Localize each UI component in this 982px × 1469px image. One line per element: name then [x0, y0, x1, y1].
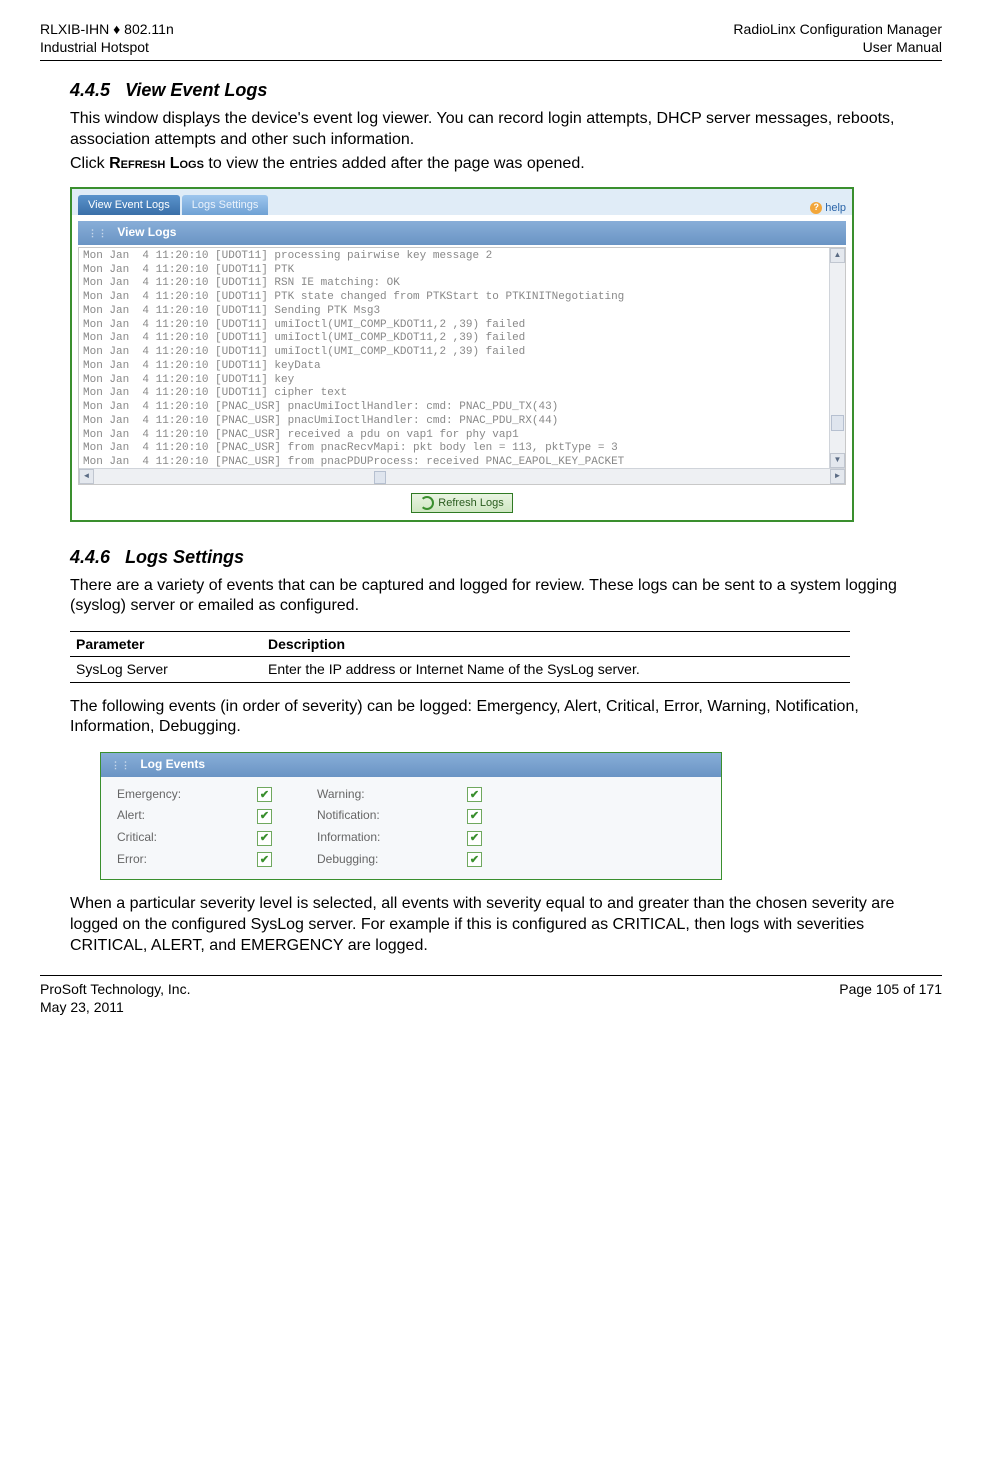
header-doc-title: RadioLinx Configuration Manager	[733, 20, 942, 38]
scroll-down-icon[interactable]: ▼	[830, 453, 845, 468]
horizontal-scroll-thumb[interactable]	[374, 471, 386, 484]
help-link[interactable]: ? help	[810, 201, 846, 215]
section-number: 4.4.5	[70, 80, 110, 100]
cell-param: SysLog Server	[70, 657, 262, 682]
checkbox[interactable]: ✔	[467, 809, 482, 824]
help-icon: ?	[810, 202, 822, 214]
header-subtitle: Industrial Hotspot	[40, 38, 174, 56]
section-heading-view-event-logs: 4.4.5 View Event Logs	[70, 79, 942, 102]
log-event-label: Alert:	[117, 808, 257, 824]
footer-company: ProSoft Technology, Inc.	[40, 980, 190, 998]
section-title: Logs Settings	[125, 547, 244, 567]
log-event-label: Notification:	[317, 808, 467, 824]
footer-date: May 23, 2011	[40, 998, 190, 1016]
col-header-parameter: Parameter	[70, 632, 262, 657]
section-number: 4.4.6	[70, 547, 110, 567]
horizontal-scrollbar[interactable]: ◄ ►	[79, 468, 845, 484]
screenshot-view-event-logs: View Event Logs Logs Settings ? help ⋮⋮ …	[70, 187, 854, 522]
col-header-description: Description	[262, 632, 850, 657]
header-product: RLXIB-IHN ♦ 802.11n	[40, 20, 174, 38]
vertical-scrollbar[interactable]: ▲ ▼	[829, 248, 845, 468]
vertical-scroll-track[interactable]	[830, 263, 845, 453]
log-event-label: Error:	[117, 852, 257, 868]
page-header: RLXIB-IHN ♦ 802.11n Industrial Hotspot R…	[40, 20, 942, 61]
footer-page-number: Page 105 of 171	[839, 980, 942, 1016]
checkbox[interactable]: ✔	[467, 831, 482, 846]
section1-para1: This window displays the device's event …	[70, 109, 942, 151]
scroll-up-icon[interactable]: ▲	[830, 248, 845, 263]
page-footer: ProSoft Technology, Inc. May 23, 2011 Pa…	[40, 975, 942, 1016]
parameter-table: Parameter Description SysLog Server Ente…	[70, 631, 850, 682]
log-pane: Mon Jan 4 11:20:10 [UDOT11] processing p…	[78, 247, 846, 485]
horizontal-scroll-track[interactable]	[94, 470, 830, 483]
tab-logs-settings[interactable]: Logs Settings	[182, 195, 269, 215]
checkbox[interactable]: ✔	[257, 831, 272, 846]
vertical-scroll-thumb[interactable]	[831, 415, 844, 431]
refresh-logs-button[interactable]: Refresh Logs	[411, 493, 512, 513]
header-left: RLXIB-IHN ♦ 802.11n Industrial Hotspot	[40, 20, 174, 56]
refresh-logs-smallcaps: Refresh Logs	[109, 155, 204, 172]
help-label: help	[825, 201, 846, 215]
panel-title-log-events: ⋮⋮ Log Events	[101, 753, 721, 777]
log-text: Mon Jan 4 11:20:10 [UDOT11] processing p…	[79, 248, 845, 485]
scroll-left-icon[interactable]: ◄	[79, 469, 94, 484]
log-event-label: Debugging:	[317, 852, 467, 868]
tab-view-event-logs[interactable]: View Event Logs	[78, 195, 180, 215]
header-doc-type: User Manual	[733, 38, 942, 56]
log-event-label: Warning:	[317, 787, 467, 803]
footer-left: ProSoft Technology, Inc. May 23, 2011	[40, 980, 190, 1016]
cell-desc: Enter the IP address or Internet Name of…	[262, 657, 850, 682]
tab-bar: View Event Logs Logs Settings ? help	[72, 189, 852, 215]
log-events-grid: Emergency:✔Warning:✔Alert:✔Notification:…	[101, 777, 721, 880]
scroll-right-icon[interactable]: ►	[830, 469, 845, 484]
checkbox[interactable]: ✔	[467, 787, 482, 802]
checkbox[interactable]: ✔	[257, 787, 272, 802]
refresh-row: Refresh Logs	[72, 489, 852, 520]
refresh-label: Refresh Logs	[438, 496, 503, 510]
section-heading-logs-settings: 4.4.6 Logs Settings	[70, 546, 942, 569]
log-event-label: Emergency:	[117, 787, 257, 803]
checkbox[interactable]: ✔	[467, 852, 482, 867]
checkbox[interactable]: ✔	[257, 852, 272, 867]
log-event-label: Information:	[317, 830, 467, 846]
events-list-para: The following events (in order of severi…	[70, 697, 942, 739]
screenshot-log-events: ⋮⋮ Log Events Emergency:✔Warning:✔Alert:…	[100, 752, 722, 880]
section2-para1: There are a variety of events that can b…	[70, 576, 942, 618]
header-right: RadioLinx Configuration Manager User Man…	[733, 20, 942, 56]
checkbox[interactable]: ✔	[257, 809, 272, 824]
section1-para2: Click Refresh Logs to view the entries a…	[70, 154, 942, 175]
panel-title-view-logs: ⋮⋮ View Logs	[78, 221, 846, 245]
table-row: SysLog Server Enter the IP address or In…	[70, 657, 850, 682]
refresh-icon	[420, 496, 434, 510]
grip-icon: ⋮⋮	[111, 760, 131, 770]
severity-para: When a particular severity level is sele…	[70, 894, 942, 956]
section-title: View Event Logs	[125, 80, 267, 100]
table-header-row: Parameter Description	[70, 632, 850, 657]
log-event-label: Critical:	[117, 830, 257, 846]
grip-icon: ⋮⋮	[88, 228, 108, 238]
